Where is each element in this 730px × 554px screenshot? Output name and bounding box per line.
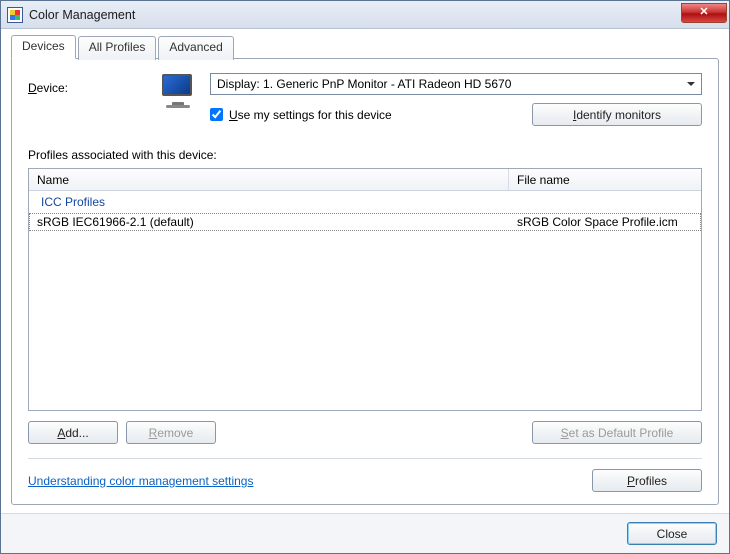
device-row: Device: Display: 1. Generic PnP Monitor … [28, 73, 702, 126]
monitor-icon [160, 73, 198, 107]
device-select-value: Display: 1. Generic PnP Monitor - ATI Ra… [217, 77, 511, 91]
column-name[interactable]: Name [29, 169, 509, 190]
device-controls: Display: 1. Generic PnP Monitor - ATI Ra… [210, 73, 702, 126]
profiles-section-label: Profiles associated with this device: [28, 148, 702, 162]
profiles-listview[interactable]: Name File name ICC Profiles sRGB IEC6196… [28, 168, 702, 411]
use-my-settings-input[interactable] [210, 108, 223, 121]
help-link[interactable]: Understanding color management settings [28, 474, 253, 488]
use-my-settings-checkbox[interactable]: Use my settings for this device [210, 108, 392, 122]
identify-monitors-button[interactable]: Identify monitors [532, 103, 702, 126]
device-label: Device: [28, 73, 148, 95]
add-button[interactable]: Add... [28, 421, 118, 444]
profile-actions: Add... Remove Set as Default Profile [28, 421, 702, 444]
device-row2: Use my settings for this device Identify… [210, 103, 702, 126]
remove-button[interactable]: Remove [126, 421, 216, 444]
use-my-settings-label: Use my settings for this device [229, 108, 392, 122]
column-filename[interactable]: File name [509, 169, 701, 190]
tab-advanced[interactable]: Advanced [158, 36, 233, 60]
window-body: Devices All Profiles Advanced Device: Di… [1, 29, 729, 513]
tab-devices[interactable]: Devices [11, 35, 76, 59]
tabpage-devices: Device: Display: 1. Generic PnP Monitor … [11, 58, 719, 505]
listview-body: ICC Profiles sRGB IEC61966-2.1 (default)… [29, 191, 701, 410]
listview-header: Name File name [29, 169, 701, 191]
bottom-row: Understanding color management settings … [28, 469, 702, 492]
listview-group-header: ICC Profiles [29, 191, 701, 213]
close-icon[interactable]: ✕ [681, 3, 727, 23]
tabstrip: Devices All Profiles Advanced [11, 35, 719, 59]
app-icon [7, 7, 23, 23]
window: Color Management ✕ Devices All Profiles … [0, 0, 730, 554]
footer: Close [1, 513, 729, 553]
set-default-button[interactable]: Set as Default Profile [532, 421, 702, 444]
row-name: sRGB IEC61966-2.1 (default) [29, 215, 509, 229]
divider [28, 458, 702, 459]
titlebar: Color Management ✕ [1, 1, 729, 29]
table-row[interactable]: sRGB IEC61966-2.1 (default) sRGB Color S… [29, 213, 701, 231]
row-filename: sRGB Color Space Profile.icm [509, 215, 701, 229]
device-select[interactable]: Display: 1. Generic PnP Monitor - ATI Ra… [210, 73, 702, 95]
profiles-button[interactable]: Profiles [592, 469, 702, 492]
tab-all-profiles[interactable]: All Profiles [78, 36, 157, 60]
window-title: Color Management [29, 8, 135, 22]
close-button[interactable]: Close [627, 522, 717, 545]
